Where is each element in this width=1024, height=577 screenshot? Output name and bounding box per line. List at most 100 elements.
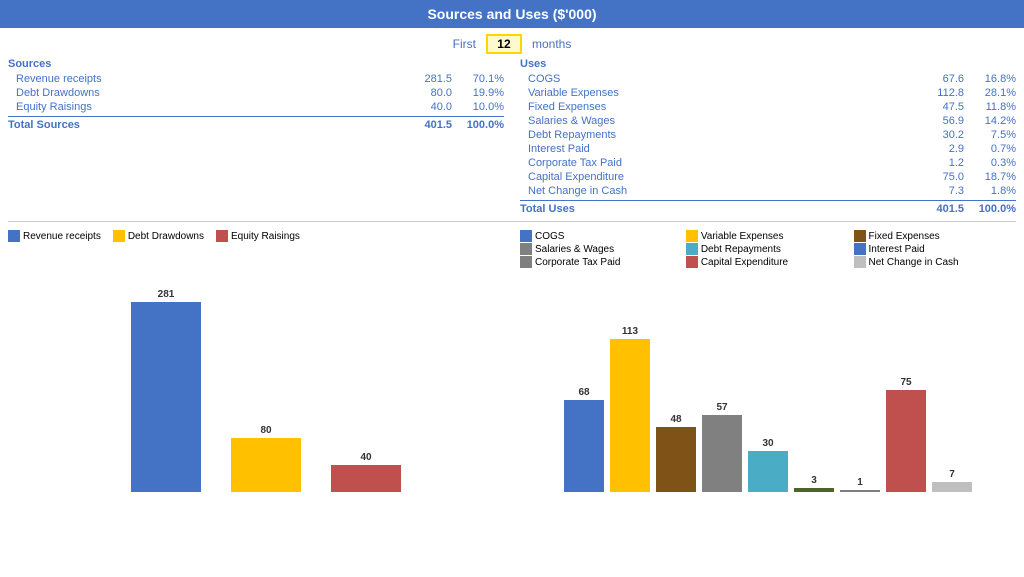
bar-group: 48 [656, 414, 696, 492]
legend-item: Revenue receipts [8, 230, 101, 242]
legend-item: COGS [520, 230, 678, 242]
uses-row: Variable Expenses 112.8 28.1% [520, 86, 1016, 100]
legend-label: Debt Drawdowns [128, 231, 204, 242]
bar-rect [840, 490, 880, 492]
sources-row: Debt Drawdowns 80.0 19.9% [8, 86, 504, 100]
uses-row-pct: 0.7% [964, 143, 1016, 155]
uses-row-label: Interest Paid [520, 143, 912, 155]
sources-row-label: Debt Drawdowns [8, 87, 400, 99]
legend-label: Net Change in Cash [869, 257, 959, 268]
uses-row: Debt Repayments 30.2 7.5% [520, 128, 1016, 142]
sources-row-value: 80.0 [400, 87, 452, 99]
uses-row: Interest Paid 2.9 0.7% [520, 142, 1016, 156]
uses-total-row: Total Uses 401.5 100.0% [520, 200, 1016, 217]
bar-group: 281 [131, 289, 201, 492]
legend-swatch [854, 256, 866, 268]
bar-group: 68 [564, 387, 604, 492]
legend-label: Salaries & Wages [535, 244, 614, 255]
bar-rect [748, 451, 788, 492]
bar-label: 48 [670, 414, 681, 425]
sources-bar-chart: 281 80 40 [8, 246, 504, 496]
uses-chart: COGS Variable Expenses Fixed Expenses Salar… [520, 230, 1016, 496]
bar-label: 40 [360, 452, 371, 463]
legend-label: Revenue receipts [23, 231, 101, 242]
bar-rect [564, 400, 604, 492]
months-input[interactable]: 12 [486, 34, 522, 54]
uses-row-label: Fixed Expenses [520, 101, 912, 113]
bar-rect [932, 482, 972, 492]
uses-total-value: 401.5 [912, 203, 964, 215]
bar-rect [610, 339, 650, 492]
uses-rows: COGS 67.6 16.8% Variable Expenses 112.8 … [520, 72, 1016, 198]
uses-row-label: Salaries & Wages [520, 115, 912, 127]
bar-group: 40 [331, 452, 401, 492]
uses-row: Corporate Tax Paid 1.2 0.3% [520, 156, 1016, 170]
bar-rect [886, 390, 926, 492]
uses-row-pct: 11.8% [964, 101, 1016, 113]
uses-row-value: 2.9 [912, 143, 964, 155]
sources-rows: Revenue receipts 281.5 70.1% Debt Drawdo… [8, 72, 504, 114]
legend-swatch [854, 243, 866, 255]
legend-item: Debt Drawdowns [113, 230, 204, 242]
bar-rect [702, 415, 742, 492]
legend-label: COGS [535, 231, 564, 242]
bar-rect [794, 488, 834, 492]
legend-label: Equity Raisings [231, 231, 300, 242]
legend-swatch [8, 230, 20, 242]
sources-legend: Revenue receipts Debt Drawdowns Equity Rai… [8, 230, 504, 242]
bar-label: 57 [716, 402, 727, 413]
legend-item: Variable Expenses [686, 230, 846, 242]
bar-label: 113 [622, 326, 638, 337]
bar-label: 30 [762, 438, 773, 449]
uses-row: Salaries & Wages 56.9 14.2% [520, 114, 1016, 128]
legend-swatch [686, 230, 698, 242]
bar-group: 57 [702, 402, 742, 492]
legend-swatch [686, 243, 698, 255]
legend-swatch [520, 256, 532, 268]
uses-row: Fixed Expenses 47.5 11.8% [520, 100, 1016, 114]
bar-group: 1 [840, 477, 880, 492]
section-divider [8, 221, 1016, 222]
legend-swatch [216, 230, 228, 242]
sources-total-row: Total Sources 401.5 100.0% [8, 116, 504, 133]
months-row: First 12 months [0, 28, 1024, 58]
bar-label: 3 [811, 475, 817, 486]
sources-row-label: Revenue receipts [8, 73, 400, 85]
legend-swatch [854, 230, 866, 242]
tables-section: Sources Revenue receipts 281.5 70.1% Deb… [0, 58, 1024, 217]
legend-label: Variable Expenses [701, 231, 784, 242]
sources-row-value: 281.5 [400, 73, 452, 85]
uses-row-pct: 7.5% [964, 129, 1016, 141]
months-suffix-label: months [532, 37, 571, 51]
uses-row-label: Debt Repayments [520, 129, 912, 141]
uses-row-value: 1.2 [912, 157, 964, 169]
uses-row-pct: 0.3% [964, 157, 1016, 169]
legend-label: Debt Repayments [701, 244, 781, 255]
bar-group: 7 [932, 469, 972, 492]
bar-label: 7 [949, 469, 955, 480]
uses-row: COGS 67.6 16.8% [520, 72, 1016, 86]
uses-total-pct: 100.0% [964, 203, 1016, 215]
sources-total-value: 401.5 [400, 119, 452, 131]
charts-section: Revenue receipts Debt Drawdowns Equity Rai… [0, 226, 1024, 496]
legend-item: Salaries & Wages [520, 243, 678, 255]
bar-rect [656, 427, 696, 492]
sources-total-label: Total Sources [8, 119, 400, 131]
bar-group: 113 [610, 326, 650, 492]
sources-table: Sources Revenue receipts 281.5 70.1% Deb… [8, 58, 504, 217]
legend-label: Interest Paid [869, 244, 925, 255]
uses-row-label: Corporate Tax Paid [520, 157, 912, 169]
uses-row-value: 47.5 [912, 101, 964, 113]
uses-row-value: 56.9 [912, 115, 964, 127]
bar-group: 30 [748, 438, 788, 492]
uses-table: Uses COGS 67.6 16.8% Variable Expenses 1… [520, 58, 1016, 217]
uses-row-pct: 18.7% [964, 171, 1016, 183]
legend-swatch [520, 243, 532, 255]
uses-row-value: 7.3 [912, 185, 964, 197]
legend-label: Fixed Expenses [869, 231, 940, 242]
sources-row-label: Equity Raisings [8, 101, 400, 113]
legend-item: Capital Expenditure [686, 256, 846, 268]
legend-swatch [520, 230, 532, 242]
bar-rect [331, 465, 401, 492]
uses-row: Capital Expenditure 75.0 18.7% [520, 170, 1016, 184]
